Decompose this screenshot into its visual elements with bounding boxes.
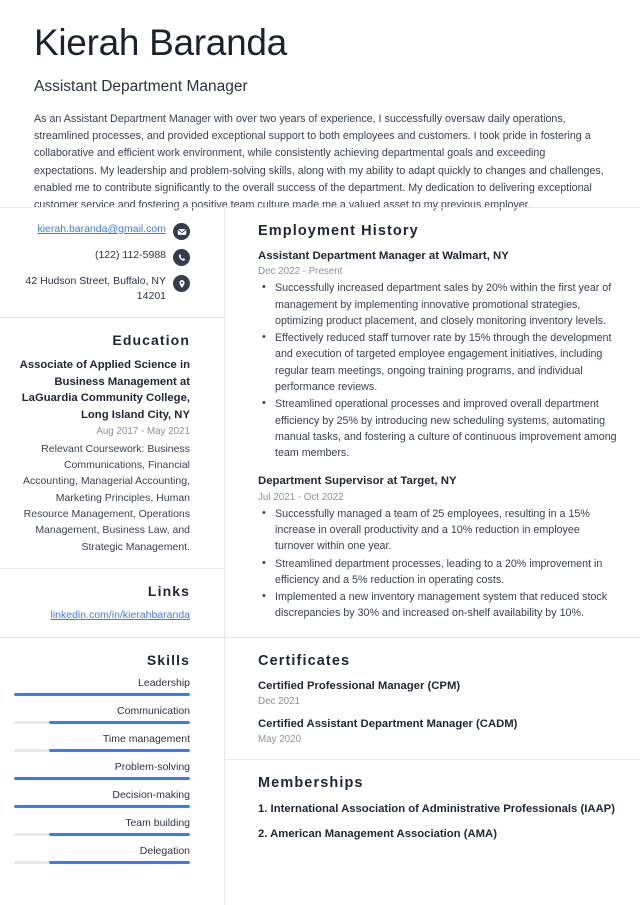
education-date: Aug 2017 - May 2021 bbox=[96, 425, 190, 437]
skill-label: Team building bbox=[125, 816, 190, 829]
job-bullet: Successfully managed a team of 25 employ… bbox=[258, 505, 618, 555]
skill-progress-track bbox=[14, 860, 190, 864]
memberships-heading: Memberships bbox=[258, 775, 364, 792]
certificate-name: Certified Professional Manager (CPM) bbox=[258, 679, 461, 692]
contact-email-row[interactable]: kierah.baranda@gmail.com bbox=[14, 222, 190, 240]
skill-progress-fill bbox=[49, 720, 190, 724]
skill-item: Time management bbox=[14, 733, 190, 752]
certificates-heading: Certificates bbox=[258, 652, 351, 669]
job-bullet: Streamlined operational processes and im… bbox=[258, 395, 618, 461]
skill-progress-track bbox=[14, 748, 190, 752]
job-date: Dec 2022 - Present bbox=[258, 266, 343, 278]
link-item[interactable]: linkedin.com/in/kierahbaranda bbox=[14, 608, 191, 624]
skill-progress-fill bbox=[14, 776, 190, 780]
skill-progress-fill bbox=[49, 748, 190, 752]
contact-address-text: 42 Hudson Street, Buffalo, NY 14201 bbox=[25, 275, 166, 303]
email-link[interactable]: kierah.baranda@gmail.com bbox=[37, 223, 166, 235]
membership-item: 1. International Association of Administ… bbox=[258, 803, 615, 816]
skill-progress-fill bbox=[49, 832, 190, 836]
main-column: Employment History Assistant Department … bbox=[224, 208, 640, 905]
resume-header: Kierah Baranda Assistant Department Mana… bbox=[0, 0, 640, 231]
job-bullet: Successfully increased department sales … bbox=[258, 279, 618, 329]
job-bullet: Effectively reduced staff turnover rate … bbox=[258, 329, 618, 395]
skill-label: Delegation bbox=[139, 844, 190, 857]
contact-address-row: 42 Hudson Street, Buffalo, NY 14201 bbox=[14, 274, 190, 304]
phone-icon bbox=[173, 249, 190, 266]
skill-label: Leadership bbox=[138, 676, 190, 689]
job-title: Assistant Department Manager at Walmart,… bbox=[258, 250, 509, 262]
job-entry: Assistant Department Manager at Walmart,… bbox=[258, 249, 618, 461]
skill-progress-track bbox=[14, 692, 190, 696]
skill-progress-track bbox=[14, 720, 190, 724]
education-description: Relevant Coursework: Business Communicat… bbox=[23, 442, 190, 553]
skill-progress-track bbox=[14, 776, 190, 780]
links-heading: Links bbox=[147, 582, 190, 599]
skill-label: Problem-solving bbox=[114, 760, 190, 773]
resume-page: Kierah Baranda Assistant Department Mana… bbox=[0, 0, 640, 905]
skill-label: Communication bbox=[117, 704, 190, 717]
skill-item: Leadership bbox=[14, 677, 190, 696]
skill-item: Decision-making bbox=[14, 789, 190, 808]
memberships-section: Memberships 1. International Association… bbox=[224, 760, 640, 857]
location-pin-icon bbox=[173, 275, 190, 292]
professional-summary: As an Assistant Department Manager with … bbox=[34, 112, 604, 212]
skill-progress-track bbox=[14, 804, 190, 808]
contact-section: kierah.baranda@gmail.com (122) 112-5988 bbox=[0, 208, 224, 319]
contact-phone-text: (122) 112-5988 bbox=[94, 249, 166, 261]
skill-item: Communication bbox=[14, 705, 190, 724]
employment-history-heading: Employment History bbox=[258, 223, 419, 239]
resume-body: kierah.baranda@gmail.com (122) 112-5988 bbox=[0, 208, 640, 905]
envelope-icon bbox=[173, 223, 190, 240]
skill-progress-fill bbox=[49, 860, 190, 864]
contact-email-text[interactable]: kierah.baranda@gmail.com bbox=[37, 222, 166, 237]
certificate-name: Certified Assistant Department Manager (… bbox=[258, 717, 518, 730]
membership-item: 2. American Management Association (AMA) bbox=[258, 828, 497, 841]
skill-progress-fill bbox=[14, 804, 190, 808]
job-bullets: Successfully managed a team of 25 employ… bbox=[258, 505, 618, 622]
education-degree: Associate of Applied Science in Business… bbox=[19, 359, 190, 421]
skill-label: Time management bbox=[102, 732, 190, 745]
links-section: Links linkedin.com/in/kierahbaranda bbox=[0, 569, 224, 638]
skill-item: Delegation bbox=[14, 845, 190, 864]
skill-label: Decision-making bbox=[112, 788, 190, 801]
skills-section: Skills Leadership Communication Time man… bbox=[0, 638, 224, 877]
candidate-job-title: Assistant Department Manager bbox=[34, 77, 248, 95]
sidebar-column: kierah.baranda@gmail.com (122) 112-5988 bbox=[0, 208, 224, 905]
skill-progress-track bbox=[14, 832, 190, 836]
skills-heading: Skills bbox=[146, 651, 190, 668]
certificate-entry: Certified Professional Manager (CPM) Dec… bbox=[258, 679, 618, 707]
education-heading: Education bbox=[112, 332, 190, 349]
candidate-name: Kierah Baranda bbox=[34, 22, 287, 63]
skill-item: Team building bbox=[14, 817, 190, 836]
job-bullet: Streamlined department processes, leadin… bbox=[258, 555, 618, 589]
certificate-entry: Certified Assistant Department Manager (… bbox=[258, 717, 618, 745]
certificate-date: Dec 2021 bbox=[258, 695, 300, 707]
job-bullets: Successfully increased department sales … bbox=[258, 279, 618, 461]
job-bullet: Implemented a new inventory management s… bbox=[258, 588, 618, 622]
employment-history-section: Employment History Assistant Department … bbox=[224, 208, 640, 638]
skill-progress-fill bbox=[14, 692, 190, 696]
skill-item: Problem-solving bbox=[14, 761, 190, 780]
certificate-date: May 2020 bbox=[258, 734, 302, 746]
linkedin-link[interactable]: linkedin.com/in/kierahbaranda bbox=[51, 609, 191, 621]
job-title: Department Supervisor at Target, NY bbox=[258, 475, 457, 488]
contact-phone-row[interactable]: (122) 112-5988 bbox=[14, 248, 190, 266]
job-entry: Department Supervisor at Target, NY Jul … bbox=[258, 474, 618, 621]
education-section: Education Associate of Applied Science i… bbox=[0, 318, 224, 569]
certificates-section: Certificates Certified Professional Mana… bbox=[224, 638, 640, 761]
job-date: Jul 2021 - Oct 2022 bbox=[258, 491, 344, 503]
